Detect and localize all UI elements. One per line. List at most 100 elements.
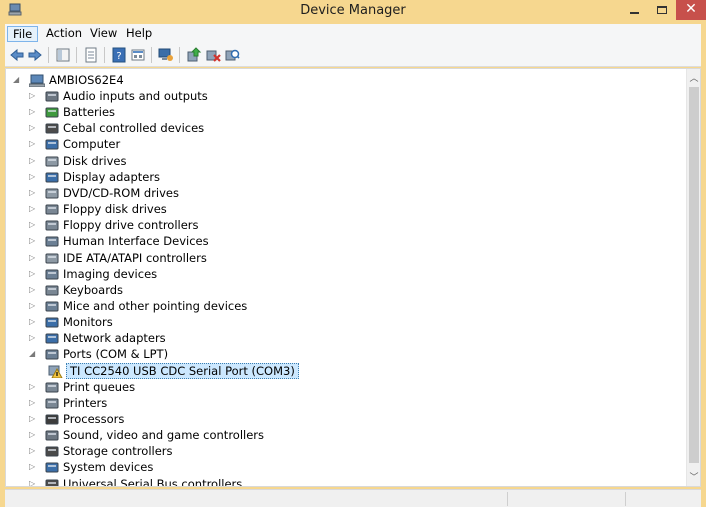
back-icon[interactable]: [9, 47, 25, 63]
properties-icon[interactable]: [83, 47, 99, 63]
tree-item-label: Print queues: [63, 379, 136, 394]
computer-icon: [29, 74, 45, 87]
expand-arrow-icon[interactable]: ▷: [29, 330, 37, 346]
tree-category-item[interactable]: ▷ Keyboards: [26, 282, 586, 298]
port-icon: [45, 349, 59, 360]
expand-arrow-icon[interactable]: ▷: [29, 104, 37, 120]
tree-category-item[interactable]: ▷ Mice and other pointing devices: [26, 298, 586, 314]
status-bar: [5, 489, 701, 507]
scroll-up-icon[interactable]: ︿: [687, 71, 700, 85]
expand-arrow-icon[interactable]: ▷: [29, 266, 37, 282]
expand-arrow-icon[interactable]: ▷: [29, 88, 37, 104]
tree-category-item[interactable]: ▷ Audio inputs and outputs: [26, 88, 586, 104]
toolbar-separator: [179, 47, 180, 63]
usb-device-icon: [45, 123, 59, 134]
collapse-arrow-icon[interactable]: ◢: [13, 72, 21, 88]
processor-icon: [45, 414, 59, 425]
toolbar-separator: [48, 47, 49, 63]
tree-item-label: Universal Serial Bus controllers: [63, 476, 243, 487]
scan-hardware-icon[interactable]: [224, 47, 240, 63]
tree-category-item[interactable]: ▷ DVD/CD-ROM drives: [26, 185, 586, 201]
computer-icon: [45, 139, 59, 150]
expand-arrow-icon[interactable]: ▷: [29, 427, 37, 443]
minimize-button[interactable]: [620, 0, 648, 20]
tree-category-item[interactable]: ▷ Disk drives: [26, 153, 586, 169]
menu-view[interactable]: View: [85, 26, 122, 42]
expand-arrow-icon[interactable]: ▷: [29, 395, 37, 411]
scroll-down-icon[interactable]: ﹀: [687, 470, 700, 484]
expand-arrow-icon[interactable]: ▷: [29, 233, 37, 249]
expand-arrow-icon[interactable]: ▷: [29, 153, 37, 169]
expand-arrow-icon[interactable]: ▷: [29, 476, 37, 486]
tree-category-item[interactable]: ▷ Printers: [26, 395, 586, 411]
sound-controller-icon: [45, 430, 59, 441]
device-tree[interactable]: ◢ AMBIOS62E4 ▷ Audio inputs and outputs ▷ B…: [5, 68, 701, 487]
show-hide-tree-icon[interactable]: [55, 47, 71, 63]
tree-root-label: AMBIOS62E4: [49, 73, 124, 87]
battery-icon: [45, 107, 59, 118]
expand-arrow-icon[interactable]: ▷: [29, 282, 37, 298]
tree-item-label: Keyboards: [63, 282, 124, 297]
expand-arrow-icon[interactable]: ▷: [29, 411, 37, 427]
expand-arrow-icon[interactable]: ▷: [29, 443, 37, 459]
monitor-icon[interactable]: [158, 47, 174, 63]
vertical-scrollbar[interactable]: ︿ ﹀: [686, 69, 700, 486]
menu-bar: File Action View Help: [5, 24, 701, 43]
tree-root[interactable]: ◢ AMBIOS62E4: [10, 72, 610, 88]
help-icon[interactable]: ?: [111, 47, 127, 63]
ide-controller-icon: [45, 253, 59, 263]
tree-category-item[interactable]: ▷ Monitors: [26, 314, 586, 330]
keyboard-icon: [45, 285, 59, 296]
title-bar[interactable]: Device Manager ✕: [0, 0, 706, 21]
tree-category-item[interactable]: ▷ Cebal controlled devices: [26, 120, 586, 136]
maximize-icon: [657, 6, 667, 14]
system-device-icon: [45, 462, 59, 473]
tree-category-item[interactable]: ▷ Batteries: [26, 104, 586, 120]
menu-file[interactable]: File: [7, 26, 39, 42]
scroll-thumb[interactable]: [689, 87, 699, 463]
toolbar-separator: [104, 47, 105, 63]
expand-arrow-icon[interactable]: ▷: [29, 459, 37, 475]
tree-category-item[interactable]: ▷ Floppy drive controllers: [26, 217, 586, 233]
disable-device-icon[interactable]: [205, 47, 221, 63]
tree-category-item[interactable]: ▷ Storage controllers: [26, 443, 586, 459]
expand-arrow-icon[interactable]: ▷: [29, 120, 37, 136]
tree-item-label: Batteries: [63, 105, 116, 120]
printer-icon: [45, 398, 59, 409]
tree-category-item[interactable]: ▷ Sound, video and game controllers: [26, 427, 586, 443]
menu-help[interactable]: Help: [121, 26, 157, 42]
expand-arrow-icon[interactable]: ▷: [29, 217, 37, 233]
svg-text:?: ?: [116, 51, 121, 62]
expand-arrow-icon[interactable]: ▷: [29, 136, 37, 152]
tree-category-item[interactable]: ▷ System devices: [26, 459, 586, 475]
floppy-controller-icon: [45, 220, 59, 231]
tree-category-item[interactable]: ▷ Universal Serial Bus controllers: [26, 476, 586, 487]
tree-category-item[interactable]: ▷ Network adapters: [26, 330, 586, 346]
expand-arrow-icon[interactable]: ▷: [29, 314, 37, 330]
tree-category-item[interactable]: ▷ Floppy disk drives: [26, 201, 586, 217]
update-driver-icon[interactable]: [186, 47, 202, 63]
tree-category-item[interactable]: ▷ Computer: [26, 136, 586, 152]
tree-category-item[interactable]: ▷ Display adapters: [26, 169, 586, 185]
expand-arrow-icon[interactable]: ▷: [29, 185, 37, 201]
expand-arrow-icon[interactable]: ▷: [29, 201, 37, 217]
minimize-icon: [629, 12, 639, 14]
tree-category-item[interactable]: ▷ IDE ATA/ATAPI controllers: [26, 250, 586, 266]
view-icon[interactable]: [130, 47, 146, 63]
forward-icon[interactable]: [27, 47, 43, 63]
tree-category-item[interactable]: ▷ Processors: [26, 411, 586, 427]
menu-action[interactable]: Action: [41, 26, 87, 42]
expand-arrow-icon[interactable]: ▷: [29, 250, 37, 266]
tree-category-item[interactable]: ▷ Imaging devices: [26, 266, 586, 282]
close-button[interactable]: ✕: [676, 0, 706, 20]
tree-child-item[interactable]: TI CC2540 USB CDC Serial Port (COM3): [44, 362, 604, 379]
expand-arrow-icon[interactable]: ▷: [29, 298, 37, 314]
tree-category-item[interactable]: ◢ Ports (COM & LPT): [26, 346, 586, 362]
expand-arrow-icon[interactable]: ▷: [29, 379, 37, 395]
maximize-button[interactable]: [648, 0, 676, 20]
tree-category-item[interactable]: ▷ Human Interface Devices: [26, 233, 586, 249]
expand-arrow-icon[interactable]: ▷: [29, 169, 37, 185]
tree-category-item[interactable]: ▷ Print queues: [26, 379, 586, 395]
collapse-arrow-icon[interactable]: ◢: [29, 346, 37, 362]
storage-controller-icon: [45, 446, 59, 457]
